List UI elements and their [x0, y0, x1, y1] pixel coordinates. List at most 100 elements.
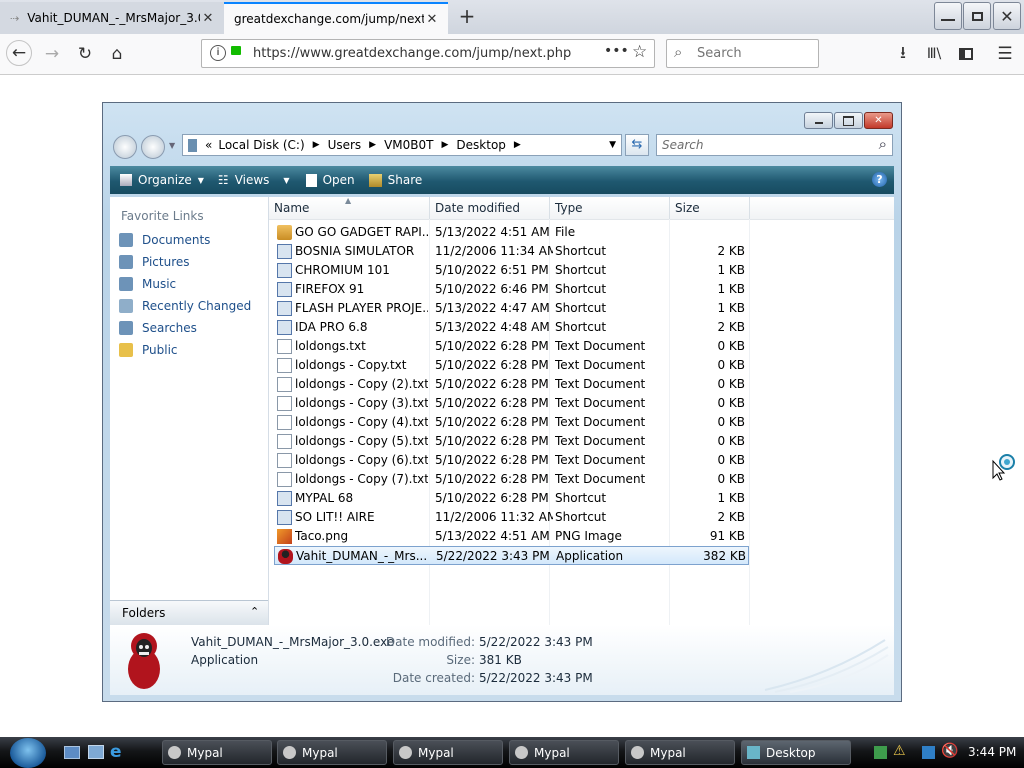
clock[interactable]: 3:44 PM	[968, 745, 1016, 759]
organize-button[interactable]: Organize ▼	[120, 173, 204, 187]
table-row[interactable]: loldongs - Copy (4).txt 5/10/2022 6:28 PM…	[274, 413, 749, 432]
explorer-back-button[interactable]	[113, 135, 137, 159]
new-tab-button[interactable]: +	[456, 4, 478, 28]
table-row[interactable]: FIREFOX 91 5/10/2022 6:46 PM Shortcut 1 KB	[274, 280, 749, 299]
breadcrumb-separator-icon[interactable]: ▶	[514, 140, 521, 150]
table-row[interactable]: BOSNIA SIMULATOR 11/2/2006 11:34 AM Shortc…	[274, 242, 749, 261]
forward-button[interactable]: →	[38, 40, 66, 68]
close-icon[interactable]: ✕	[424, 12, 440, 27]
column-header-type[interactable]: Type	[550, 197, 670, 219]
close-icon[interactable]: ✕	[200, 11, 216, 26]
info-icon[interactable]: i	[210, 45, 226, 61]
breadcrumb-desktop[interactable]: Desktop	[456, 138, 506, 152]
table-row[interactable]: loldongs - Copy (5).txt 5/10/2022 6:28 PM…	[274, 432, 749, 451]
table-row[interactable]: Taco.png 5/13/2022 4:51 AM PNG Image 91 KB	[274, 527, 749, 546]
recent-pages-chevron-icon[interactable]: ▼	[169, 141, 175, 150]
sidebar-item-searches[interactable]: Searches	[119, 321, 197, 335]
library-button[interactable]: Ⅲ\	[920, 40, 948, 68]
taskbar-button-mypal[interactable]: Mypal	[162, 740, 272, 765]
taskbar-button-desktop[interactable]: Desktop	[741, 740, 851, 765]
browser-search-box[interactable]: ⌕ Search	[666, 39, 819, 68]
minimize-button[interactable]	[934, 2, 962, 30]
network-tray-icon[interactable]	[874, 746, 887, 759]
table-row[interactable]: loldongs - Copy (6).txt 5/10/2022 6:28 PM…	[274, 451, 749, 470]
start-orb-button[interactable]	[10, 738, 46, 768]
url-text[interactable]: https://www.greatdexchange.com/jump/next…	[253, 46, 571, 61]
network-connection-icon[interactable]	[922, 746, 935, 759]
table-row[interactable]: SO LIT!! AIRE 11/2/2006 11:32 AM Shortcut 2…	[274, 508, 749, 527]
sidebar-item-music[interactable]: Music	[119, 277, 176, 291]
table-row[interactable]: Vahit_DUMAN_-_Mrs... 5/22/2022 3:43 PM App…	[274, 546, 749, 565]
help-icon[interactable]: ?	[872, 172, 887, 187]
folders-toggle[interactable]: Folders ⌃	[110, 600, 268, 625]
shortcut-icon	[277, 510, 292, 525]
reload-button[interactable]: ↻	[71, 40, 99, 68]
explorer-minimize-button[interactable]	[804, 112, 833, 129]
shortcut-icon	[277, 282, 292, 297]
table-row[interactable]: FLASH PLAYER PROJE... 5/13/2022 4:47 AM Sh…	[274, 299, 749, 318]
show-desktop-icon[interactable]	[64, 746, 80, 759]
breadcrumb-separator-icon[interactable]: ▶	[442, 140, 449, 150]
page-actions-icon[interactable]: •••	[604, 43, 629, 59]
taskbar-button-mypal[interactable]: Mypal	[509, 740, 619, 765]
file-type-cell: Text Document	[555, 358, 646, 372]
share-button[interactable]: Share	[368, 173, 422, 187]
bookmark-star-icon[interactable]: ☆	[632, 42, 647, 62]
library-icon: Ⅲ\	[926, 46, 942, 62]
sidebar-item-documents[interactable]: Documents	[119, 233, 210, 247]
table-row[interactable]: CHROMIUM 101 5/10/2022 6:51 PM Shortcut 1 K…	[274, 261, 749, 280]
taskbar-button-mypal[interactable]: Mypal	[393, 740, 503, 765]
breadcrumb-users[interactable]: Users	[328, 138, 362, 152]
refresh-icon[interactable]: ⇆	[625, 134, 649, 156]
warning-tray-icon[interactable]: ⚠	[893, 743, 906, 759]
downloads-button[interactable]: ⭳	[889, 40, 917, 68]
file-size-cell: 0 KB	[717, 396, 745, 410]
explorer-search-box[interactable]: Search ⌕	[656, 134, 893, 156]
address-bar[interactable]: « Local Disk (C:) ▶ Users ▶ VM0B0T ▶ Des…	[182, 134, 622, 156]
table-row[interactable]: MYPAL 68 5/10/2022 6:28 PM Shortcut 1 KB	[274, 489, 749, 508]
table-row[interactable]: loldongs.txt 5/10/2022 6:28 PM Text Docume…	[274, 337, 749, 356]
address-dropdown-icon[interactable]: ▼	[609, 140, 616, 150]
file-size-cell: 0 KB	[717, 358, 745, 372]
sidebar-item-public[interactable]: Public	[119, 343, 178, 357]
table-row[interactable]: loldongs - Copy.txt 5/10/2022 6:28 PM Text…	[274, 356, 749, 375]
table-row[interactable]: IDA PRO 6.8 5/13/2022 4:48 AM Shortcut 2 KB	[274, 318, 749, 337]
restore-button[interactable]	[963, 2, 991, 30]
internet-explorer-icon[interactable]: e	[110, 742, 122, 762]
views-button[interactable]: ☷ Views ▼	[218, 173, 290, 187]
breadcrumb-overflow-icon[interactable]: «	[205, 138, 212, 152]
explorer-close-button[interactable]: ✕	[864, 112, 893, 129]
sidebar-button[interactable]	[952, 40, 980, 68]
volume-muted-icon[interactable]: 🔇	[941, 743, 958, 759]
tab-greatdexchange[interactable]: greatdexchange.com/jump/next.ph ✕	[224, 2, 448, 34]
breadcrumb-vm0b0t[interactable]: VM0B0T	[384, 138, 433, 152]
switch-windows-icon[interactable]	[88, 745, 104, 759]
search-icon[interactable]: ⌕	[879, 135, 887, 153]
sidebar-item-recently-changed[interactable]: Recently Changed	[119, 299, 251, 313]
taskbar-button-mypal[interactable]: Mypal	[277, 740, 387, 765]
explorer-forward-button[interactable]	[141, 135, 165, 159]
file-type-cell: Shortcut	[555, 282, 607, 296]
explorer-maximize-button[interactable]	[834, 112, 863, 129]
taskbar-button-mypal[interactable]: Mypal	[625, 740, 735, 765]
breadcrumb-separator-icon[interactable]: ▶	[313, 140, 320, 150]
menu-button[interactable]: ☰	[991, 40, 1019, 68]
mypal-icon	[631, 746, 644, 759]
open-button[interactable]: Open	[305, 173, 355, 187]
close-window-button[interactable]: ✕	[993, 2, 1021, 30]
chevron-up-icon[interactable]: ⌃	[250, 605, 259, 618]
sidebar-item-pictures[interactable]: Pictures	[119, 255, 190, 269]
breadcrumb-separator-icon[interactable]: ▶	[369, 140, 376, 150]
tab-mrsmajor[interactable]: ⇢ Vahit_DUMAN_-_MrsMajor_3.0 ✕	[0, 2, 224, 34]
navigation-pane: Favorite Links Documents Pictures Music …	[110, 197, 269, 627]
breadcrumb-local-disk[interactable]: Local Disk (C:)	[218, 138, 304, 152]
table-row[interactable]: loldongs - Copy (2).txt 5/10/2022 6:28 PM…	[274, 375, 749, 394]
table-row[interactable]: GO GO GADGET RAPI... 5/13/2022 4:51 AM Fil…	[274, 223, 749, 242]
url-bar[interactable]: i https://www.greatdexchange.com/jump/ne…	[201, 39, 655, 68]
table-row[interactable]: loldongs - Copy (3).txt 5/10/2022 6:28 PM…	[274, 394, 749, 413]
column-header-date[interactable]: Date modified	[430, 197, 550, 219]
column-header-size[interactable]: Size	[670, 197, 750, 219]
home-button[interactable]: ⌂	[103, 40, 131, 68]
back-button[interactable]: ←	[6, 40, 32, 66]
table-row[interactable]: loldongs - Copy (7).txt 5/10/2022 6:28 PM…	[274, 470, 749, 489]
